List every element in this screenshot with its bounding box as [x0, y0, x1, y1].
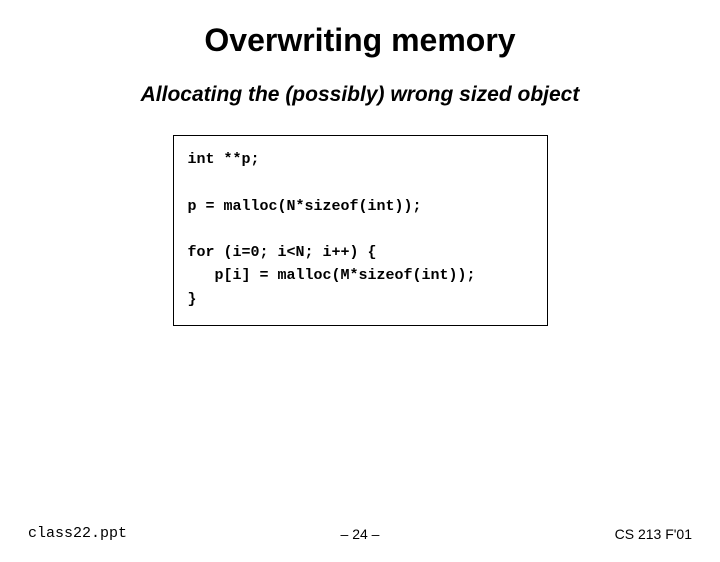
slide-title: Overwriting memory [0, 22, 720, 59]
code-block: int **p; p = malloc(N*sizeof(int)); for … [173, 135, 548, 326]
footer-filename: class22.ppt [28, 525, 127, 542]
slide-subtitle: Allocating the (possibly) wrong sized ob… [0, 83, 720, 107]
